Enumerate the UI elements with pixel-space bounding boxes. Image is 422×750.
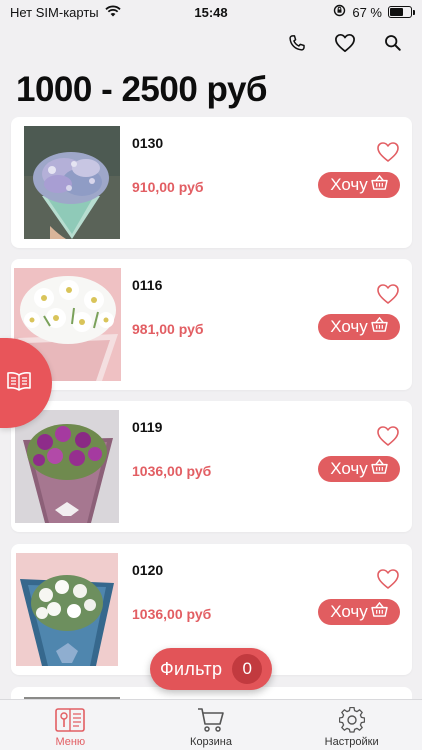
add-to-favorites-heart-icon[interactable]	[376, 425, 400, 447]
basket-icon	[371, 458, 388, 479]
tab-cart[interactable]: Корзина	[151, 707, 271, 748]
add-to-favorites-heart-icon[interactable]	[376, 568, 400, 590]
product-price: 910,00 руб	[132, 179, 204, 195]
status-right: 67 %	[333, 4, 415, 20]
want-button[interactable]: Хочу	[318, 314, 400, 340]
product-image[interactable]	[24, 126, 120, 239]
product-card[interactable]: 0119 1036,00 руб Хочу	[11, 401, 412, 532]
menu-book-icon	[55, 707, 86, 733]
want-button-label: Хочу	[330, 317, 368, 336]
basket-icon	[371, 316, 388, 337]
status-left: Нет SIM-карты	[10, 5, 121, 20]
filter-count-badge: 0	[232, 654, 263, 684]
product-price: 1036,00 руб	[132, 463, 212, 479]
filter-button[interactable]: Фильтр 0	[150, 648, 272, 690]
filter-label: Фильтр	[160, 658, 223, 679]
phone-icon[interactable]	[284, 30, 310, 56]
basket-icon	[371, 174, 388, 195]
tab-settings[interactable]: Настройки	[292, 707, 412, 748]
tab-label: Настройки	[324, 736, 379, 748]
battery-icon	[388, 6, 415, 18]
product-card[interactable]: 0116 981,00 руб Хочу	[11, 259, 412, 390]
gear-icon	[337, 707, 367, 733]
page-title: 1000 - 2500 руб	[16, 70, 268, 109]
product-image[interactable]	[16, 553, 118, 666]
want-button[interactable]: Хочу	[318, 599, 400, 625]
product-sku: 0130	[132, 135, 164, 151]
add-to-favorites-heart-icon[interactable]	[376, 283, 400, 305]
want-button[interactable]: Хочу	[318, 172, 400, 198]
basket-icon	[371, 601, 388, 622]
product-sku: 0119	[132, 419, 163, 435]
orientation-lock-icon	[333, 4, 346, 20]
tab-label: Меню	[55, 736, 86, 748]
open-book-icon	[6, 371, 32, 396]
product-sku: 0120	[132, 562, 164, 578]
product-price: 1036,00 руб	[132, 606, 212, 622]
favorites-heart-icon[interactable]	[332, 30, 358, 56]
tab-label: Корзина	[190, 736, 232, 748]
bottom-tab-bar: Меню Корзина Настройки	[0, 699, 422, 750]
want-button-label: Хочу	[330, 602, 368, 621]
status-bar: Нет SIM-карты 15:48 67 %	[0, 0, 422, 24]
wifi-icon	[105, 5, 121, 20]
battery-percent: 67 %	[352, 4, 382, 20]
search-icon[interactable]	[380, 30, 406, 56]
header-actions	[284, 30, 406, 56]
carrier-label: Нет SIM-карты	[10, 4, 99, 20]
product-card[interactable]: 0130 910,00 руб Хочу	[11, 117, 412, 248]
product-sku: 0116	[132, 277, 163, 293]
want-button[interactable]: Хочу	[318, 456, 400, 482]
tab-menu[interactable]: Меню	[10, 707, 130, 748]
cart-icon	[196, 707, 226, 733]
add-to-favorites-heart-icon[interactable]	[376, 141, 400, 163]
battery-fill	[390, 8, 404, 16]
want-button-label: Хочу	[330, 175, 368, 194]
product-price: 981,00 руб	[132, 321, 204, 337]
want-button-label: Хочу	[330, 459, 368, 478]
product-image[interactable]	[15, 410, 119, 523]
